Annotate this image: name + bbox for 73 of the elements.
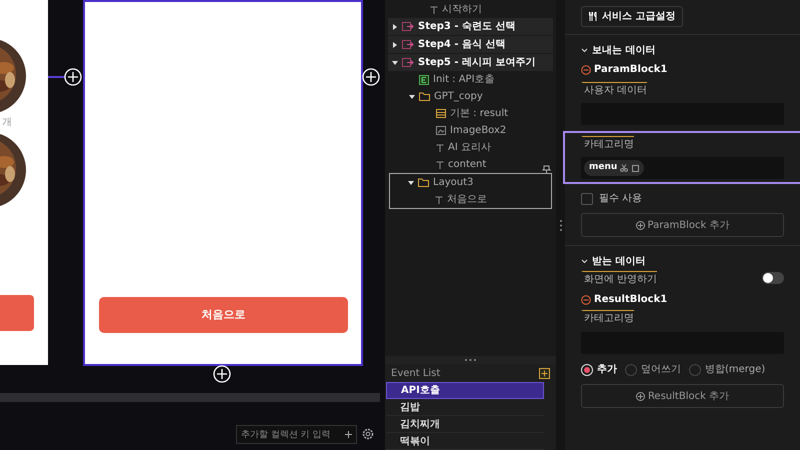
folder-icon <box>419 92 430 101</box>
input-field[interactable]: menu <box>581 157 784 179</box>
remove-icon[interactable] <box>581 294 591 304</box>
field-label: 카테고리명 <box>581 310 634 326</box>
radio-label: 덮어쓰기 <box>641 363 681 377</box>
panel-splitter[interactable] <box>556 0 565 450</box>
block-name: ResultBlock1 <box>594 293 668 307</box>
folder-icon <box>418 178 429 187</box>
event-item[interactable]: 김치찌개 <box>386 416 544 433</box>
add-block-button[interactable]: ResultBlock 추가 <box>581 384 784 408</box>
scissors-icon[interactable] <box>620 164 628 172</box>
add-block-button[interactable]: ParamBlock 추가 <box>581 213 784 237</box>
text-icon <box>436 160 444 168</box>
event-icon <box>419 74 429 84</box>
copy-icon[interactable] <box>631 164 640 172</box>
step-row[interactable]: Step4 - 음식 선택 <box>388 36 553 53</box>
variable-chip[interactable]: menu <box>584 160 644 176</box>
step-row[interactable]: Step5 - 레시피 보여주기 <box>388 54 553 71</box>
caret-down-icon[interactable] <box>409 94 415 100</box>
scrollbar[interactable] <box>0 393 380 402</box>
field-label: 사용자 데이터 <box>581 82 648 98</box>
table-icon <box>436 109 446 118</box>
radio-label: 추가 <box>597 363 617 377</box>
required-label: 필수 사용 <box>599 192 642 206</box>
checkbox[interactable] <box>581 192 593 204</box>
tree-item[interactable]: AI 요리사 <box>394 139 547 156</box>
caret-right-icon[interactable] <box>392 24 398 30</box>
plus-circle-icon <box>636 220 645 230</box>
tree-item[interactable]: 기본 : result <box>394 105 547 122</box>
collection-key-field[interactable]: 추가할 컬렉션 키 입력 <box>236 425 357 444</box>
radio-button[interactable] <box>625 364 637 376</box>
radio-button[interactable] <box>689 364 701 376</box>
event-item[interactable]: 떡볶이 <box>386 433 544 450</box>
tree-item[interactable]: 시작하기 <box>388 1 553 18</box>
event-list-title: Event List <box>391 366 440 380</box>
utensils-icon <box>589 12 598 21</box>
chevron-down-icon[interactable] <box>581 46 588 54</box>
caret-down-icon[interactable] <box>392 60 398 66</box>
resize-handle[interactable] <box>385 356 556 364</box>
section-header[interactable]: 받는 데이터 <box>581 254 784 268</box>
field-label: 화면에 반영하기 <box>581 271 658 287</box>
field-label: 카테고리명 <box>581 136 634 152</box>
tree-item[interactable]: 처음으로 <box>393 191 548 208</box>
add-event-button[interactable] <box>539 368 550 378</box>
plus-circle-icon <box>636 392 645 400</box>
text-icon <box>430 6 438 14</box>
caret-right-icon[interactable] <box>392 42 398 48</box>
add-node-icon[interactable] <box>64 68 82 86</box>
plus-icon[interactable] <box>345 431 352 438</box>
menu-caption: 개 <box>2 117 12 129</box>
pin-icon[interactable] <box>542 165 551 174</box>
caret-down-icon[interactable] <box>408 180 414 186</box>
event-item[interactable]: 김밥 <box>386 399 544 416</box>
remove-icon[interactable] <box>581 64 591 74</box>
toggle-switch[interactable] <box>762 272 784 284</box>
tree-item[interactable]: GPT_copy <box>391 88 550 105</box>
add-node-icon[interactable] <box>213 365 231 383</box>
chevron-down-icon[interactable] <box>581 258 588 264</box>
tree-item[interactable]: content <box>394 156 547 173</box>
step-row[interactable]: Step3 - 숙련도 선택 <box>388 18 553 35</box>
tree-item[interactable]: Init : API호출 <box>391 71 550 88</box>
section-header[interactable]: 보내는 데이터 <box>581 43 784 57</box>
block-name: ParamBlock1 <box>594 63 668 77</box>
text-icon <box>436 144 444 152</box>
image-icon <box>436 126 446 135</box>
add-node-icon[interactable] <box>362 68 380 86</box>
settings-icon[interactable] <box>362 428 374 440</box>
advanced-settings-button[interactable]: 서비스 고급설정 <box>581 6 684 27</box>
radio-label: 병합(merge) <box>705 363 766 377</box>
event-item[interactable]: API호출 <box>386 382 544 399</box>
text-icon <box>435 196 443 204</box>
tree-item[interactable]: Layout3 <box>390 174 551 191</box>
tree-item[interactable]: ImageBox2 <box>394 122 547 139</box>
